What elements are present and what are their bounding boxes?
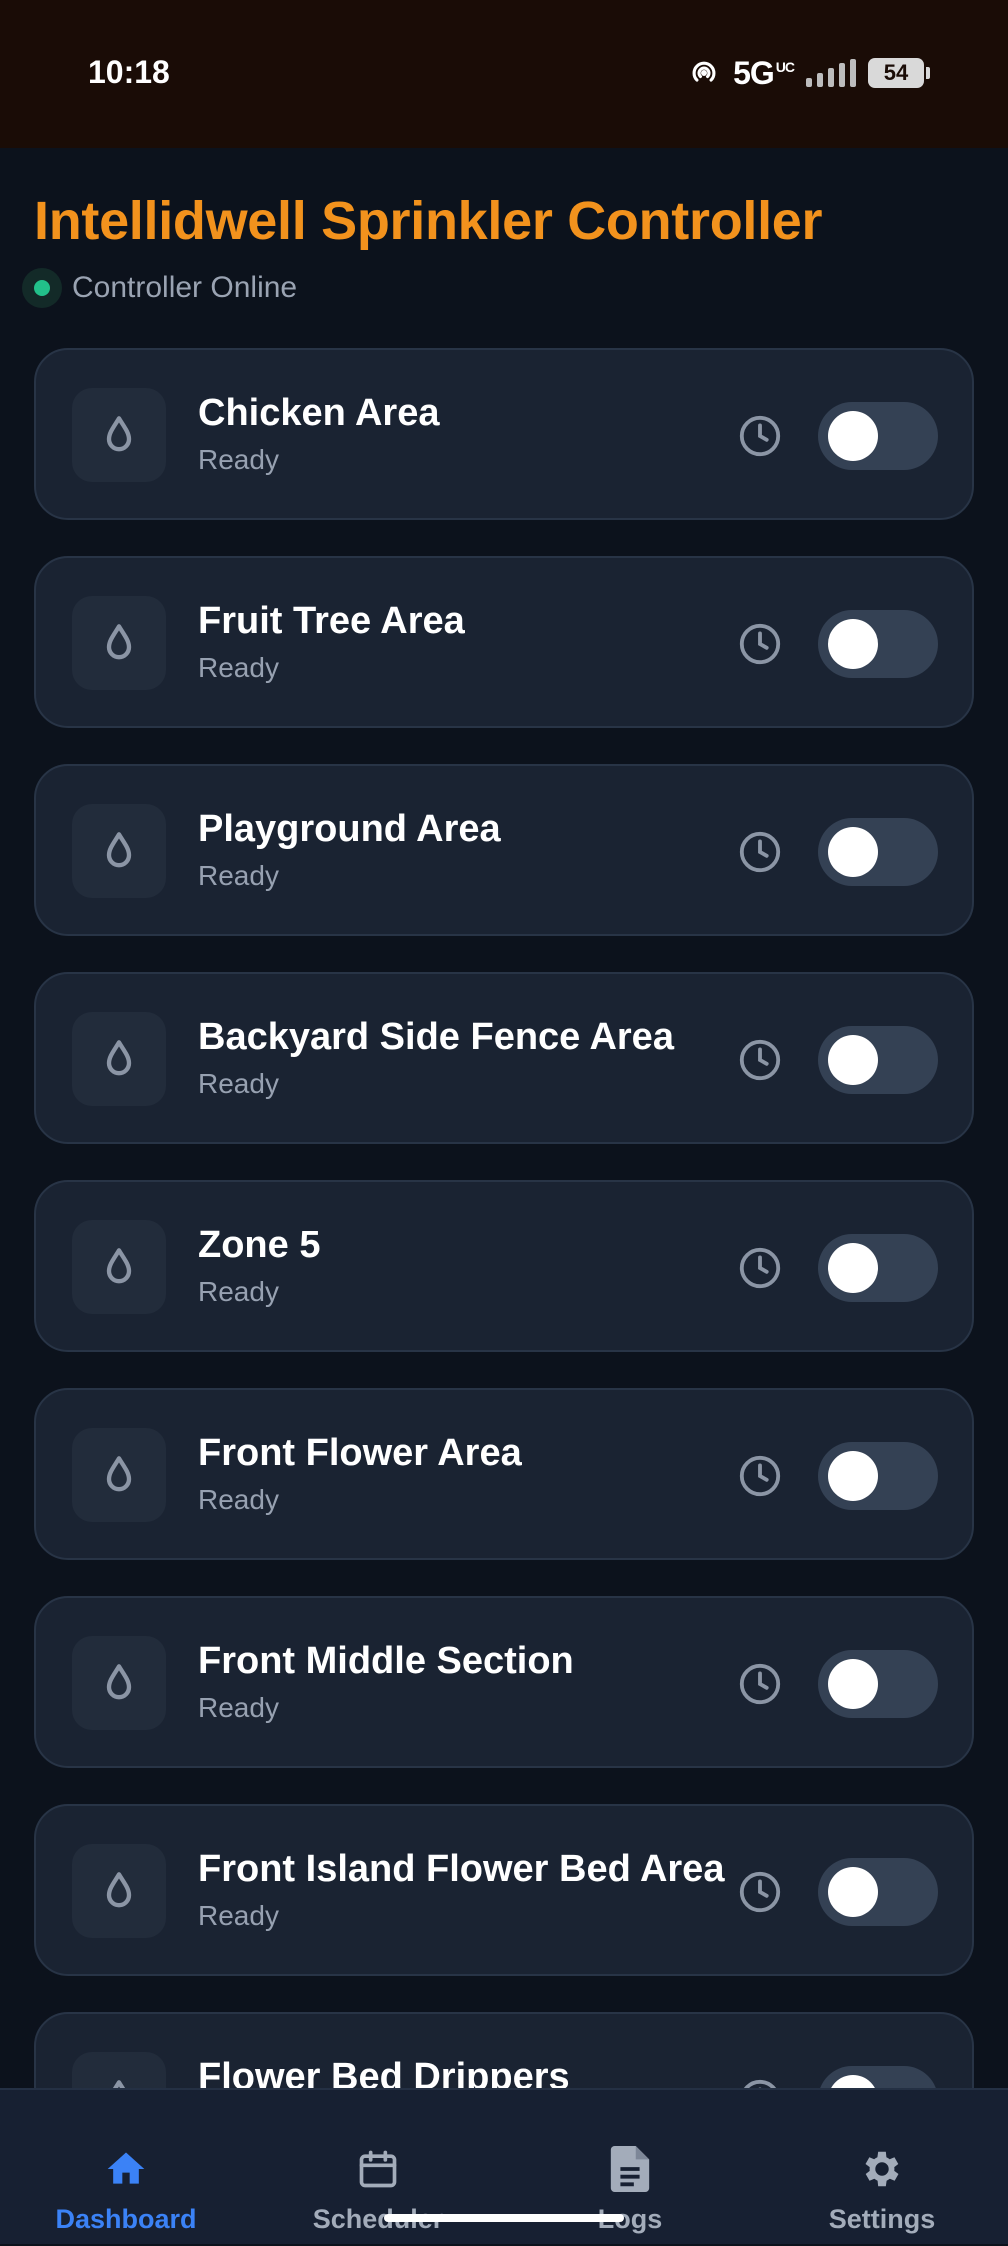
zone-toggle[interactable] xyxy=(818,402,938,470)
schedule-button[interactable] xyxy=(736,828,784,876)
schedule-button[interactable] xyxy=(736,620,784,668)
zone-status: Ready xyxy=(198,1692,279,1723)
zone-toggle[interactable] xyxy=(818,610,938,678)
water-drop-icon xyxy=(72,596,166,690)
zone-name: Front Flower Area xyxy=(198,1432,522,1474)
zone-status: Ready xyxy=(198,1276,279,1307)
water-drop-icon xyxy=(72,1012,166,1106)
zone-name: Zone 5 xyxy=(198,1224,321,1266)
schedule-button[interactable] xyxy=(736,1452,784,1500)
zone-status: Ready xyxy=(198,1484,279,1515)
nav-dashboard[interactable]: Dashboard xyxy=(0,2090,252,2246)
zone-toggle[interactable] xyxy=(818,1442,938,1510)
zone-toggle[interactable] xyxy=(818,1858,938,1926)
gear-icon xyxy=(859,2146,905,2192)
document-icon xyxy=(610,2146,650,2192)
zone-name: Backyard Side Fence Area xyxy=(198,1016,674,1058)
zone-card[interactable]: Front Flower Area Ready xyxy=(34,1388,974,1560)
water-drop-icon xyxy=(72,804,166,898)
nav-scheduler[interactable]: Scheduler xyxy=(252,2090,504,2246)
water-drop-icon xyxy=(72,1636,166,1730)
zone-card[interactable]: Front Middle Section Ready xyxy=(34,1596,974,1768)
toggle-knob xyxy=(828,619,878,669)
clock-icon xyxy=(739,415,781,457)
zone-name: Front Island Flower Bed Area xyxy=(198,1848,725,1890)
page-title: Intellidwell Sprinkler Controller xyxy=(34,191,823,251)
home-icon xyxy=(103,2146,149,2192)
nav-logs[interactable]: Logs xyxy=(504,2090,756,2246)
zone-status: Ready xyxy=(198,1900,279,1931)
signal-icon xyxy=(806,59,856,87)
schedule-button[interactable] xyxy=(736,1660,784,1708)
zone-status: Ready xyxy=(198,860,279,891)
zone-toggle[interactable] xyxy=(818,1650,938,1718)
calendar-icon xyxy=(356,2146,400,2192)
zone-name: Front Middle Section xyxy=(198,1640,574,1682)
zone-card[interactable]: Chicken Area Ready xyxy=(34,348,974,520)
status-indicator xyxy=(22,268,62,308)
controller-status: Controller Online xyxy=(22,268,822,308)
status-bar: 10:18 5G UC 54 xyxy=(0,0,1008,148)
water-drop-icon xyxy=(72,388,166,482)
clock-icon xyxy=(739,1455,781,1497)
clock-icon xyxy=(739,1871,781,1913)
clock-icon xyxy=(739,623,781,665)
clock-icon xyxy=(739,831,781,873)
zone-card[interactable]: Backyard Side Fence Area Ready xyxy=(34,972,974,1144)
nav-settings-label: Settings xyxy=(828,2204,936,2234)
clock-icon xyxy=(739,1663,781,1705)
schedule-button[interactable] xyxy=(736,412,784,460)
schedule-button[interactable] xyxy=(736,1868,784,1916)
zone-status: Ready xyxy=(198,444,279,475)
water-drop-icon xyxy=(72,1844,166,1938)
toggle-knob xyxy=(828,827,878,877)
zone-card[interactable]: Front Island Flower Bed Area Ready xyxy=(34,1804,974,1976)
zone-card[interactable]: Fruit Tree Area Ready xyxy=(34,556,974,728)
zone-name: Playground Area xyxy=(198,808,501,850)
zone-status: Ready xyxy=(198,1068,279,1099)
clock-icon xyxy=(739,1247,781,1289)
toggle-knob xyxy=(828,1243,878,1293)
home-indicator[interactable] xyxy=(384,2214,624,2222)
toggle-knob xyxy=(828,1659,878,1709)
controller-status-text: Controller Online xyxy=(72,271,298,304)
app-header: Intellidwell Sprinkler Controller Contro… xyxy=(22,190,823,308)
schedule-button[interactable] xyxy=(736,1036,784,1084)
zone-card[interactable]: Zone 5 Ready xyxy=(34,1180,974,1352)
zone-card[interactable]: Playground Area Ready xyxy=(34,764,974,936)
nav-dashboard-label: Dashboard xyxy=(55,2204,197,2234)
network-type: 5G UC xyxy=(733,54,795,91)
zone-name: Fruit Tree Area xyxy=(198,600,465,642)
status-icons: 5G UC 54 xyxy=(687,54,930,91)
nav-settings[interactable]: Settings xyxy=(756,2090,1008,2246)
zone-toggle[interactable] xyxy=(818,818,938,886)
clock-icon xyxy=(739,1039,781,1081)
zone-toggle[interactable] xyxy=(818,1234,938,1302)
water-drop-icon xyxy=(72,1428,166,1522)
water-drop-icon xyxy=(72,1220,166,1314)
battery-icon: 54 xyxy=(868,58,930,88)
status-time: 10:18 xyxy=(88,54,170,90)
zone-name: Chicken Area xyxy=(198,392,440,434)
toggle-knob xyxy=(828,1451,878,1501)
zone-toggle[interactable] xyxy=(818,1026,938,1094)
schedule-button[interactable] xyxy=(736,1244,784,1292)
toggle-knob xyxy=(828,411,878,461)
zone-status: Ready xyxy=(198,652,279,683)
battery-level: 54 xyxy=(883,60,909,85)
toggle-knob xyxy=(828,1035,878,1085)
toggle-knob xyxy=(828,1867,878,1917)
hotspot-icon xyxy=(692,61,716,82)
